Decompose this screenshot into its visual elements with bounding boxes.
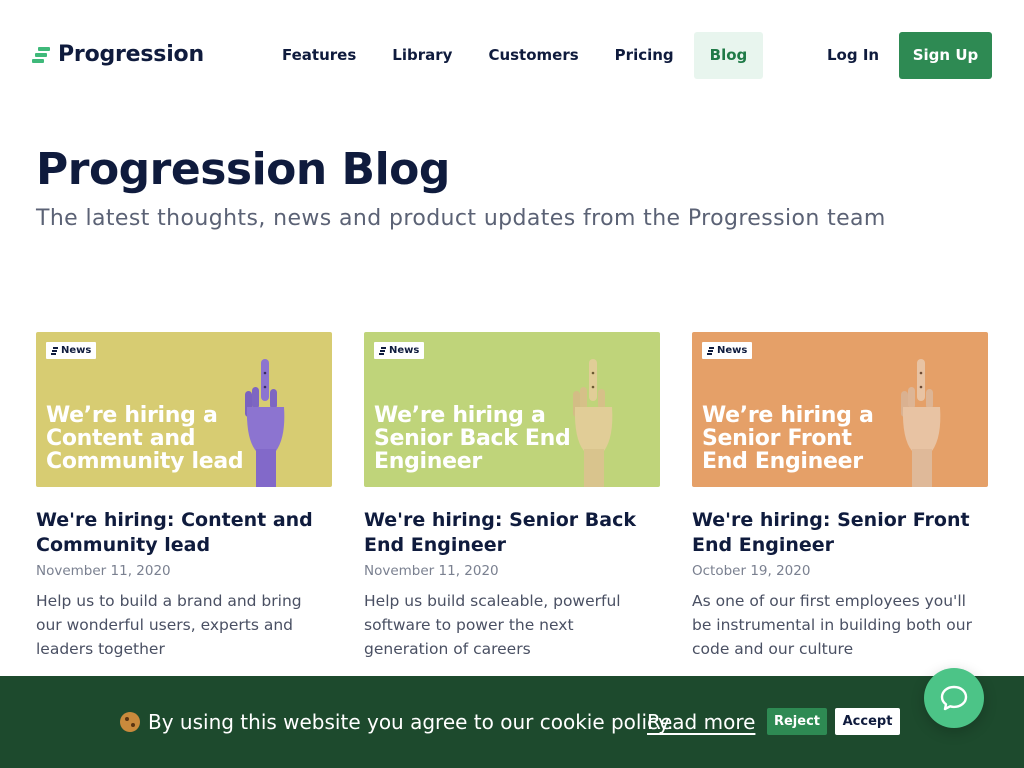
page-subtitle: The latest thoughts, news and product up… bbox=[36, 206, 886, 231]
badge-label: News bbox=[717, 345, 748, 356]
read-more-link[interactable]: Read more bbox=[647, 710, 755, 734]
chat-launcher-button[interactable] bbox=[924, 668, 984, 728]
image-headline: We’re hiring a Senior Back End Engineer bbox=[374, 403, 571, 474]
card-image[interactable]: News We’re hiring a Senior Front End Eng… bbox=[692, 332, 988, 487]
main-nav: Features Library Customers Pricing Blog bbox=[266, 32, 767, 79]
card-image[interactable]: News We’re hiring a Senior Back End Engi… bbox=[364, 332, 660, 487]
page-title: Progression Blog bbox=[36, 144, 450, 195]
nav-item-customers[interactable]: Customers bbox=[472, 32, 594, 79]
nav-item-pricing[interactable]: Pricing bbox=[599, 32, 690, 79]
blog-card[interactable]: News We’re hiring a Senior Front End Eng… bbox=[692, 332, 988, 658]
post-title[interactable]: We're hiring: Content and Community lead bbox=[36, 508, 332, 558]
cookie-icon bbox=[120, 712, 140, 732]
post-excerpt: Help us build scaleable, powerful softwa… bbox=[364, 592, 621, 658]
badge-label: News bbox=[61, 345, 92, 356]
logo[interactable]: Progression bbox=[32, 42, 204, 67]
post-date: November 11, 2020 bbox=[36, 563, 171, 579]
image-headline: We’re hiring a Content and Community lea… bbox=[46, 403, 244, 474]
wooden-hand-icon bbox=[573, 359, 613, 487]
nav-item-library[interactable]: Library bbox=[376, 32, 468, 79]
logo-icon bbox=[32, 46, 52, 64]
logo-text: Progression bbox=[58, 42, 204, 67]
image-headline: We’re hiring a Senior Front End Engineer bbox=[702, 403, 874, 474]
logo-icon bbox=[379, 347, 386, 355]
blog-card[interactable]: News We’re hiring a Senior Back End Engi… bbox=[364, 332, 660, 658]
site-header: Progression Features Library Customers P… bbox=[0, 0, 1024, 110]
login-link[interactable]: Log In bbox=[812, 32, 894, 79]
reject-cookies-button[interactable]: Reject bbox=[767, 708, 827, 735]
news-badge: News bbox=[702, 342, 753, 359]
logo-icon bbox=[51, 347, 58, 355]
post-title[interactable]: We're hiring: Senior Back End Engineer bbox=[364, 508, 660, 558]
post-excerpt: Help us to build a brand and bring our w… bbox=[36, 592, 302, 658]
logo-icon bbox=[707, 347, 714, 355]
post-excerpt: As one of our first employees you'll be … bbox=[692, 592, 972, 658]
accept-cookies-button[interactable]: Accept bbox=[835, 708, 900, 735]
wooden-hand-icon bbox=[245, 359, 285, 487]
chat-bubble-icon bbox=[940, 685, 968, 711]
wooden-hand-icon bbox=[901, 359, 941, 487]
nav-item-features[interactable]: Features bbox=[266, 32, 372, 79]
cookie-policy-text: By using this website you agree to our c… bbox=[148, 710, 674, 734]
post-title[interactable]: We're hiring: Senior Front End Engineer bbox=[692, 508, 988, 558]
signup-button[interactable]: Sign Up bbox=[899, 32, 992, 79]
cookie-message: By using this website you agree to our c… bbox=[120, 710, 673, 734]
post-date: November 11, 2020 bbox=[364, 563, 499, 579]
blog-card[interactable]: News We’re hiring a Content and Communit… bbox=[36, 332, 332, 658]
nav-item-blog[interactable]: Blog bbox=[693, 32, 764, 79]
cookie-banner: By using this website you agree to our c… bbox=[0, 676, 1024, 768]
news-badge: News bbox=[46, 342, 97, 359]
news-badge: News bbox=[374, 342, 425, 359]
badge-label: News bbox=[389, 345, 420, 356]
card-image[interactable]: News We’re hiring a Content and Communit… bbox=[36, 332, 332, 487]
post-date: October 19, 2020 bbox=[692, 563, 811, 579]
